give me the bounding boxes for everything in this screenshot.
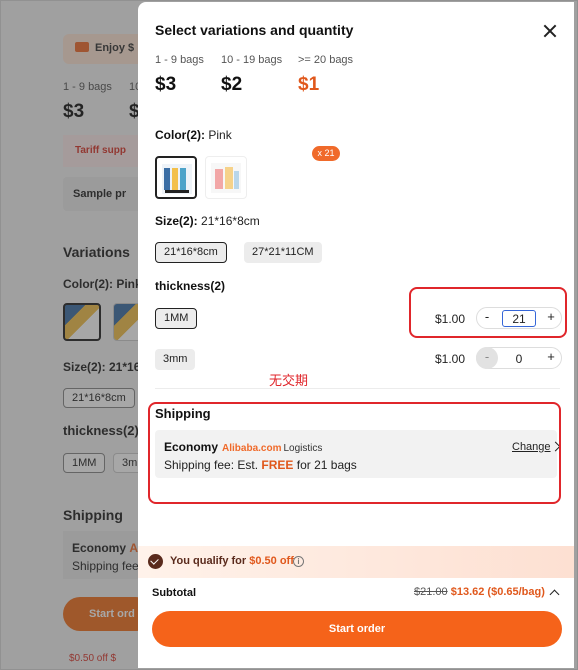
divider xyxy=(155,388,560,389)
variations-modal: Select variations and quantity 1 - 9 bag… xyxy=(138,2,574,668)
discount-qualify-bar: You qualify for $0.50 off i xyxy=(138,546,574,578)
product-thumbnail xyxy=(162,164,192,194)
thickness-row-price: $1.00 xyxy=(435,312,466,326)
shipping-fee-value: FREE xyxy=(261,458,294,472)
shipping-method-line: Economy Alibaba.com Logistics xyxy=(164,440,322,454)
shipping-method: Economy xyxy=(164,440,219,454)
subtotal-discounted-price: $13.62 ($0.65/bag) xyxy=(450,586,545,598)
product-thumbnail xyxy=(211,163,241,193)
thickness-row-price: $1.00 xyxy=(435,352,466,366)
tier-quantity-label: 10 - 19 bags xyxy=(221,54,283,66)
annotation-note: 无交期 xyxy=(269,374,309,389)
change-shipping-link[interactable]: Change xyxy=(512,441,551,453)
decrease-button[interactable]: - xyxy=(476,347,498,369)
size-option-21x16x8[interactable]: 21*16*8cm xyxy=(155,242,227,263)
subtotal-original-price: $21.00 xyxy=(414,586,448,598)
price-tier: 1 - 9 bags $3 xyxy=(155,54,204,96)
tier-quantity-label: 1 - 9 bags xyxy=(155,54,204,66)
thickness-label: thickness(2) xyxy=(155,279,226,293)
quantity-stepper: - + xyxy=(476,307,562,329)
shipping-fee-line: Shipping fee: Est. FREE for 21 bags xyxy=(164,458,357,472)
color-swatch-other[interactable] xyxy=(205,156,247,199)
tier-price: $2 xyxy=(221,74,243,95)
subtotal-label: Subtotal xyxy=(152,587,196,599)
tier-price: $1 xyxy=(298,74,320,95)
size-option-27x21x11[interactable]: 27*21*11CM xyxy=(244,242,322,263)
shipping-fee-prefix: Shipping fee: Est. xyxy=(164,458,259,472)
increase-button[interactable]: + xyxy=(540,307,562,329)
size-label-text: Size(2): xyxy=(155,214,198,228)
quantity-input[interactable] xyxy=(502,350,536,367)
color-label-text: Color(2): xyxy=(155,128,205,142)
color-value: Pink xyxy=(208,128,232,142)
qualify-amount: $0.50 off xyxy=(249,555,294,567)
size-value: 21*16*8cm xyxy=(201,214,260,228)
info-icon[interactable]: i xyxy=(293,556,304,567)
quantity-input[interactable] xyxy=(502,310,536,327)
start-order-button[interactable]: Start order xyxy=(152,611,562,647)
size-label: Size(2): 21*16*8cm xyxy=(155,214,260,228)
thickness-option-1mm[interactable]: 1MM xyxy=(155,308,198,329)
thickness-option-3mm[interactable]: 3mm xyxy=(155,349,196,370)
shipping-fee-suffix: for 21 bags xyxy=(296,458,357,472)
decrease-button[interactable]: - xyxy=(476,307,498,329)
tier-quantity-label: >= 20 bags xyxy=(298,54,354,66)
shipping-heading: Shipping xyxy=(155,406,211,421)
price-tier: >= 20 bags $1 xyxy=(298,54,353,96)
increase-button[interactable]: + xyxy=(540,347,562,369)
chevron-right-icon[interactable] xyxy=(550,441,561,452)
price-tier: 10 - 19 bags $2 xyxy=(221,54,282,96)
color-label: Color(2): Pink xyxy=(155,128,232,142)
color-swatch-pink[interactable] xyxy=(155,156,197,199)
alibaba-logo: Alibaba.com xyxy=(222,443,282,454)
quantity-stepper: - + xyxy=(476,347,562,369)
chevron-up-icon[interactable] xyxy=(549,589,560,600)
logistics-label: Logistics xyxy=(283,443,323,454)
subtotal-amount: $21.00 $13.62 ($0.65/bag) xyxy=(414,586,545,598)
close-icon[interactable] xyxy=(541,22,559,40)
selected-qty-badge: x 21 xyxy=(312,146,340,161)
shipping-card: Economy Alibaba.com Logistics Shipping fee… xyxy=(155,430,561,478)
qualify-prefix: You qualify for xyxy=(170,555,247,567)
modal-title: Select variations and quantity xyxy=(155,22,354,38)
qualify-text: You qualify for $0.50 off xyxy=(170,555,294,567)
tier-price: $3 xyxy=(155,74,177,95)
check-circle-icon xyxy=(148,554,163,569)
